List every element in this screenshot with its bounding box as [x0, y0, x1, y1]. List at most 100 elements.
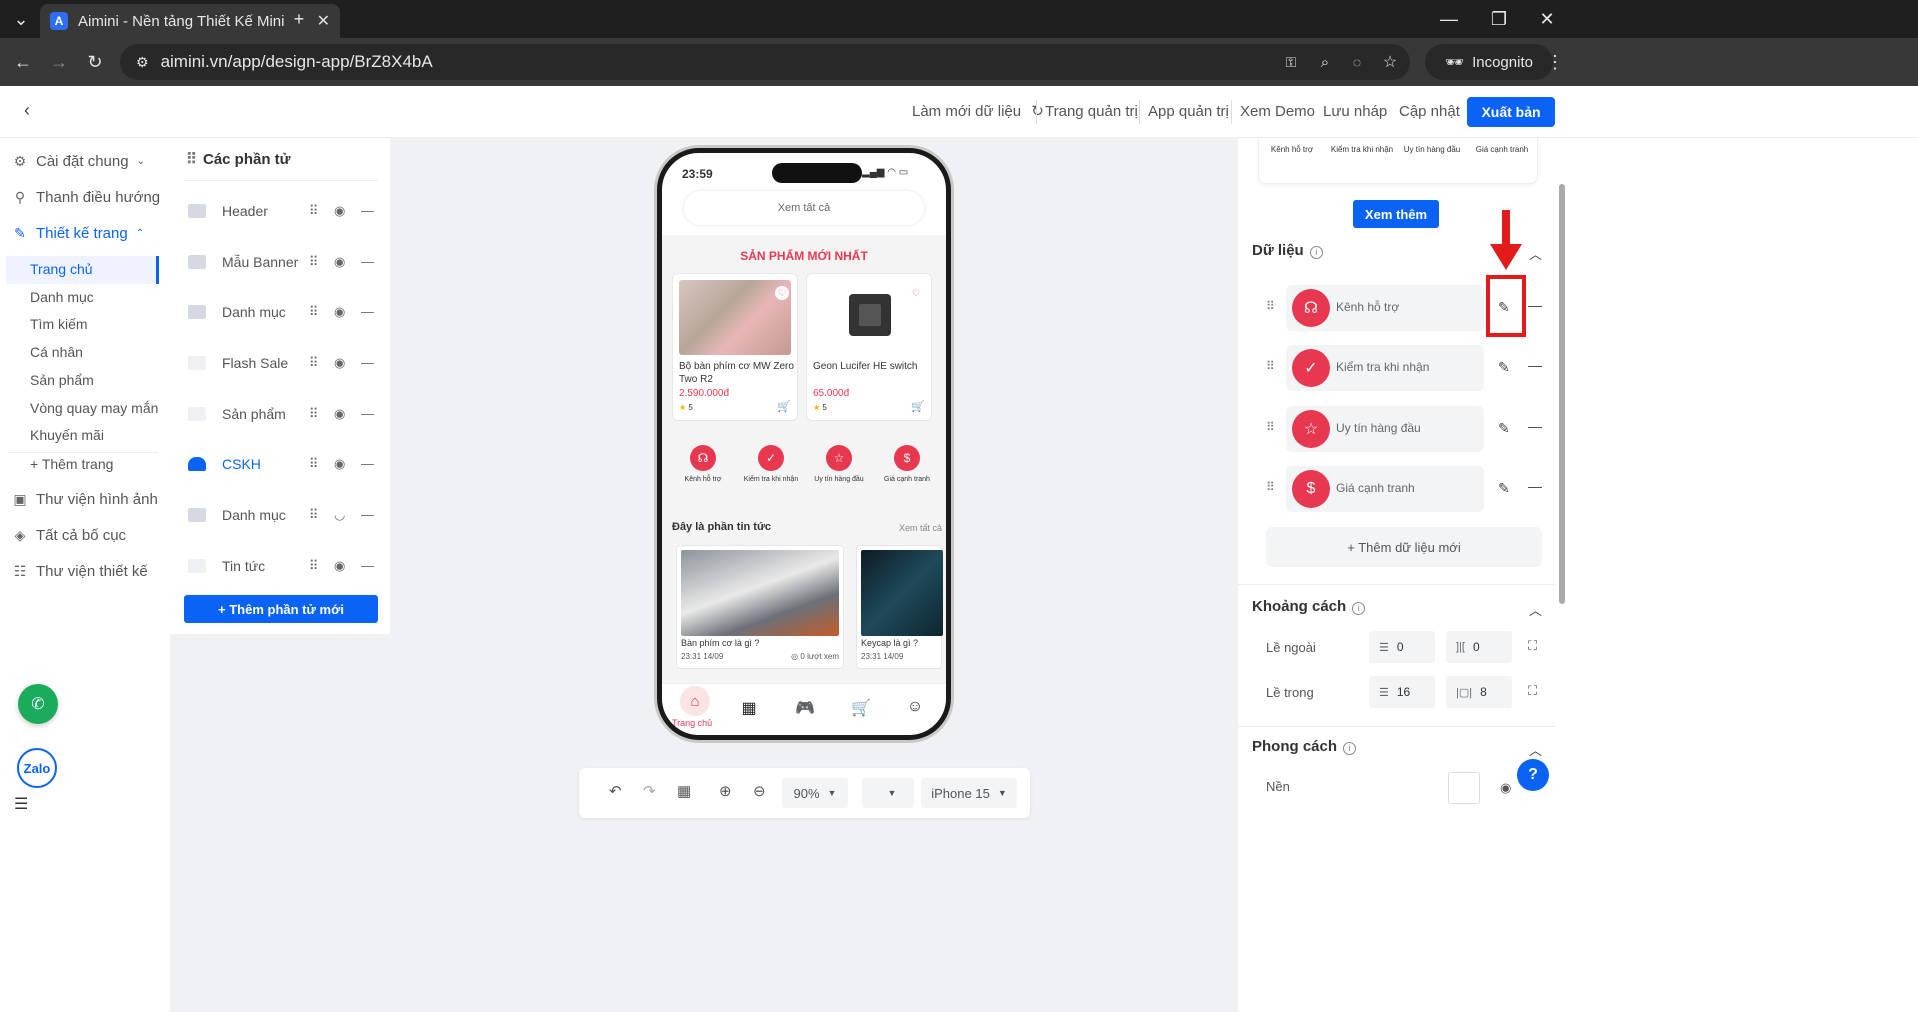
user-icon[interactable]: ☺: [900, 698, 930, 716]
drag-handle-icon[interactable]: ⠿: [1266, 480, 1275, 494]
home-icon[interactable]: ⌂: [680, 686, 710, 716]
add-to-cart-icon[interactable]: 🛒: [777, 400, 791, 413]
element-row-flash-sale[interactable]: Flash Sale ⠿ ◉ —: [184, 343, 380, 383]
nav-page-design[interactable]: ✎ Thiết kế trang ⌃: [12, 218, 144, 248]
site-info-icon[interactable]: ⚙: [136, 54, 149, 71]
minimize-icon[interactable]: —: [1434, 4, 1464, 34]
element-row-category-2[interactable]: Danh mục ⠿ ◡ —: [184, 495, 380, 535]
product-card[interactable]: ♡ Geon Lucifer HE switch 65.000đ ★ 5 🛒: [806, 273, 932, 421]
cart-icon[interactable]: 🛒: [846, 698, 876, 718]
zoom-icon[interactable]: ⌕: [1310, 47, 1340, 77]
update-button[interactable]: Cập nhật: [1399, 100, 1460, 124]
close-window-icon[interactable]: ✕: [1532, 4, 1562, 34]
nav-page-lucky-wheel[interactable]: Vòng quay may mắn: [30, 395, 158, 421]
remove-icon[interactable]: —: [1528, 478, 1542, 494]
margin-horizontal-input[interactable]: ]|[0: [1446, 631, 1512, 663]
heart-icon[interactable]: ♡: [909, 286, 923, 300]
element-row-cskh[interactable]: CSKH ⠿ ◉ —: [184, 444, 380, 484]
padding-vertical-input[interactable]: ☰ 16: [1369, 676, 1435, 708]
platform-select[interactable]: ▼: [862, 778, 914, 808]
element-tools[interactable]: ⠿ ◉ —: [309, 254, 380, 270]
expand-icon[interactable]: ⛶: [1528, 683, 1537, 699]
see-more-button[interactable]: Xem thêm: [1353, 200, 1439, 228]
chevron-up-icon[interactable]: ︿: [1529, 600, 1542, 619]
nav-page-home[interactable]: Trang chủ: [30, 256, 93, 282]
nav-design-library[interactable]: ☷ Thư viện thiết kế: [12, 556, 148, 586]
new-tab-icon[interactable]: +: [284, 4, 314, 34]
element-tools[interactable]: ⠿ ◡ —: [309, 507, 380, 523]
nav-image-library[interactable]: ▣ Thư viện hình ảnh: [12, 484, 157, 514]
element-row-news[interactable]: Tin tức ⠿ ◉ —: [184, 546, 380, 586]
element-tools[interactable]: ⠿ ◉ —: [309, 456, 380, 472]
nav-page-search[interactable]: Tìm kiếm: [30, 311, 88, 337]
news-card[interactable]: Keycap là gì ? 23:31 14/09: [856, 545, 943, 669]
element-row-category[interactable]: Danh mục ⠿ ◉ —: [184, 292, 380, 332]
service-item[interactable]: ☆ Uy tín hàng đầu: [806, 445, 872, 485]
add-element-button[interactable]: + Thêm phần tử mới: [184, 595, 378, 623]
element-tools[interactable]: ⠿ ◉ —: [309, 406, 380, 422]
remove-icon[interactable]: —: [1528, 418, 1542, 434]
bookmark-star-icon[interactable]: ☆: [1375, 47, 1405, 77]
eye-off-icon[interactable]: ◌: [1342, 47, 1372, 77]
news-card[interactable]: Bàn phím cơ là gì ? 23:31 14/09 ◎ 0 lượt…: [676, 545, 844, 669]
device-select[interactable]: iPhone 15 ▼: [921, 778, 1017, 808]
drag-handle-icon[interactable]: ⠿: [1266, 359, 1275, 373]
element-row-products[interactable]: Sản phẩm ⠿ ◉ —: [184, 394, 380, 434]
phone-call-button[interactable]: ✆: [18, 684, 58, 724]
back-arrow-icon[interactable]: ‹: [24, 100, 30, 121]
drag-handle-icon[interactable]: ⠿: [1266, 299, 1275, 313]
padding-horizontal-input[interactable]: |▢| 8: [1446, 676, 1512, 708]
element-tools[interactable]: ⠿ ◉ —: [309, 355, 380, 371]
nav-page-category[interactable]: Danh mục: [30, 284, 94, 310]
style-section-header[interactable]: Phong cách i: [1252, 738, 1357, 755]
phone-preview[interactable]: 23:59 ▂▄▆ ◠ ▭ Xem tất cả SẢN PHẨM MỚI NH…: [657, 148, 951, 740]
nav-general-settings[interactable]: ⚙ Cài đặt chung ⌄: [12, 146, 145, 176]
nav-all-layouts[interactable]: ◈ Tất cả bố cục: [12, 520, 126, 550]
hamburger-menu-icon[interactable]: ☰: [14, 794, 28, 814]
remove-icon[interactable]: —: [1528, 357, 1542, 373]
nav-page-promotions[interactable]: Khuyến mãi: [30, 422, 104, 448]
news-see-all-link[interactable]: Xem tất cả: [899, 523, 942, 533]
data-section-header[interactable]: Dữ liệu i: [1252, 242, 1323, 259]
add-data-button[interactable]: + Thêm dữ liệu mới: [1266, 527, 1542, 567]
remove-icon[interactable]: —: [1528, 297, 1542, 313]
service-item[interactable]: ☊ Kênh hỗ trợ: [670, 445, 736, 485]
service-item[interactable]: ✓ Kiểm tra khi nhận: [738, 445, 804, 485]
gamepad-icon[interactable]: 🎮: [790, 698, 820, 718]
zoom-select[interactable]: 90% ▼: [782, 778, 848, 808]
nav-navigation-bar[interactable]: ⚲ Thanh điều hướng: [12, 182, 160, 212]
scrollbar-thumb[interactable]: [1559, 184, 1565, 604]
add-page-button[interactable]: + Thêm trang: [30, 451, 113, 477]
element-tools[interactable]: ⠿ ◉ —: [309, 558, 380, 574]
data-item-box[interactable]: $ Giá cạnh tranh: [1286, 466, 1484, 512]
forward-icon[interactable]: →: [44, 47, 74, 77]
chevron-up-icon[interactable]: ︿: [1529, 740, 1542, 759]
data-item-box[interactable]: ✓ Kiểm tra khi nhận: [1286, 345, 1484, 391]
edit-pencil-icon[interactable]: ✎: [1498, 420, 1510, 437]
panel-scrollbar[interactable]: [1556, 138, 1568, 1012]
publish-button[interactable]: Xuất bản: [1467, 97, 1555, 127]
add-to-cart-icon[interactable]: 🛒: [911, 400, 925, 413]
browser-menu-icon[interactable]: ⋮: [1540, 47, 1570, 77]
url-field[interactable]: ⚙ aimini.vn/app/design-app/BrZ8X4bA: [120, 44, 1410, 80]
data-item-box[interactable]: ☆ Uy tín hàng đầu: [1286, 406, 1484, 452]
service-item[interactable]: $ Giá cạnh tranh: [874, 445, 940, 485]
incognito-badge[interactable]: 🕶 Incognito: [1425, 44, 1553, 80]
restore-icon[interactable]: ❐: [1484, 4, 1514, 34]
see-all-button[interactable]: Xem tất cả: [684, 191, 924, 225]
zoom-out-icon[interactable]: ⊖: [753, 782, 766, 800]
edit-pencil-icon[interactable]: ✎: [1498, 480, 1510, 497]
demo-button[interactable]: Xem Demo: [1231, 100, 1315, 124]
element-tools[interactable]: ⠿ ◉ —: [309, 203, 380, 219]
background-color-swatch[interactable]: [1448, 772, 1480, 804]
product-card[interactable]: ♡ Bộ bàn phím cơ MW Zero Two R2 2.590.00…: [672, 273, 798, 421]
refresh-data-button[interactable]: Làm mới dữ liệu ↻: [912, 100, 1044, 124]
visibility-eye-icon[interactable]: ◉: [1500, 780, 1511, 796]
undo-icon[interactable]: ↶: [609, 782, 622, 800]
data-row-check[interactable]: ⠿ ✓ Kiểm tra khi nhận ✎ —: [1266, 345, 1556, 391]
password-key-icon[interactable]: ⚿: [1276, 47, 1306, 77]
reload-icon[interactable]: ↻: [80, 47, 110, 77]
redo-icon[interactable]: ↷: [643, 782, 656, 800]
element-row-banner[interactable]: Mẫu Banner ⠿ ◉ —: [184, 242, 380, 282]
back-icon[interactable]: ←: [8, 47, 38, 77]
